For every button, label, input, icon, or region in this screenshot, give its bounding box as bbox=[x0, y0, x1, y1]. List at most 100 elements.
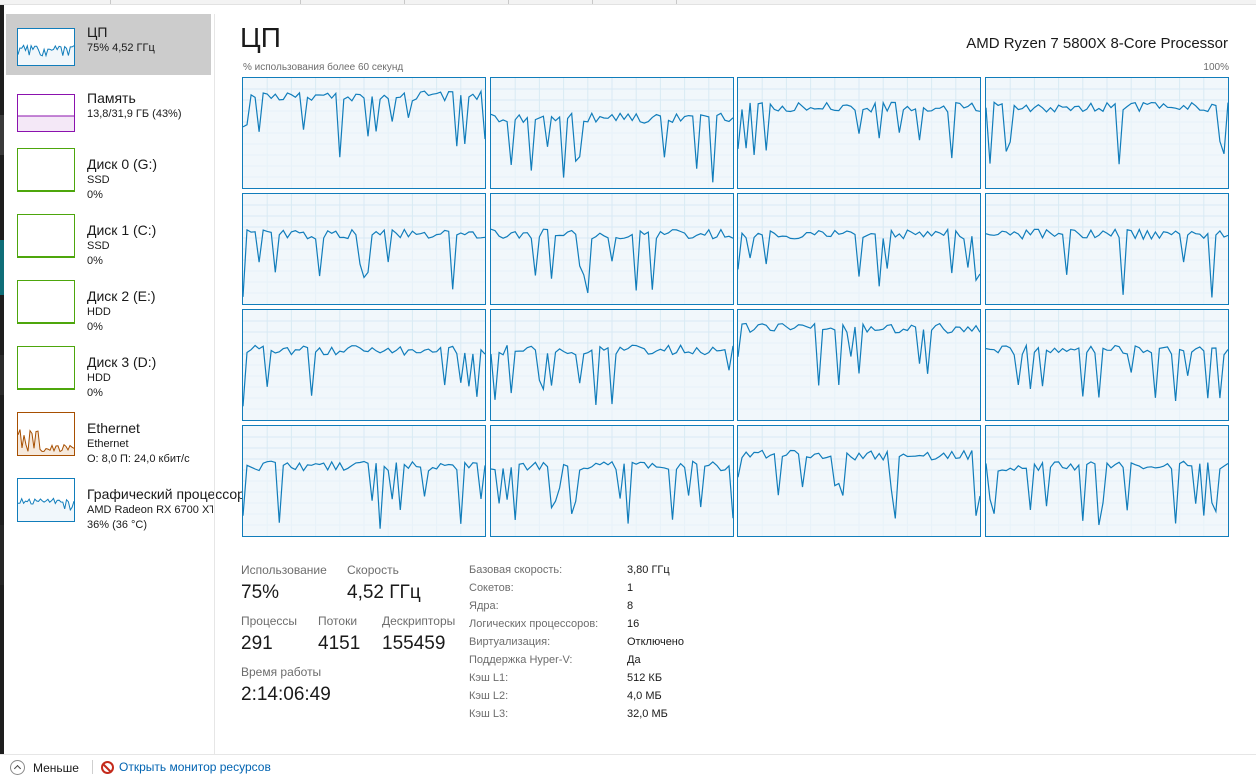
open-resource-monitor-label: Открыть монитор ресурсов bbox=[119, 760, 271, 774]
info-value-virtualization: Отключено bbox=[627, 636, 684, 648]
utilization-value: 75% bbox=[241, 582, 280, 603]
sidebar-item-disk-1[interactable]: Диск 1 (C:) SSD 0% bbox=[6, 212, 211, 278]
window-top-strip bbox=[0, 0, 1256, 5]
sidebar-item-adapter: Ethernet bbox=[87, 438, 129, 450]
logical-processor-graph-7 bbox=[984, 193, 1229, 305]
disk-graph-icon bbox=[17, 280, 75, 324]
sidebar-item-title: Графический процессор 0 bbox=[87, 486, 257, 502]
logical-processor-graph-5 bbox=[489, 193, 734, 305]
sidebar-item-throughput: О: 8,0 П: 24,0 кбит/с bbox=[87, 453, 190, 465]
info-value-base-speed: 3,80 ГГц bbox=[627, 564, 670, 576]
sidebar-item-disk-3[interactable]: Диск 3 (D:) HDD 0% bbox=[6, 344, 211, 410]
disk-graph-icon bbox=[17, 148, 75, 192]
logical-processor-graph-13 bbox=[489, 425, 734, 537]
handles-value: 155459 bbox=[382, 633, 446, 654]
info-value-hyper-v: Да bbox=[627, 654, 641, 666]
open-resource-monitor-link[interactable]: Открыть монитор ресурсов bbox=[101, 760, 271, 774]
sidebar-item-cpu[interactable]: ЦП 75% 4,52 ГГц bbox=[6, 14, 211, 75]
info-value-l3-cache: 32,0 МБ bbox=[627, 708, 668, 720]
logical-processor-graph-4 bbox=[242, 193, 486, 305]
footer-bar: Меньше Открыть монитор ресурсов bbox=[0, 754, 1256, 775]
info-label-cores: Ядра: bbox=[469, 600, 499, 612]
sidebar-item-type: SSD bbox=[87, 240, 110, 252]
sidebar-item-usage: 0% bbox=[87, 321, 103, 333]
sidebar-divider bbox=[214, 14, 215, 754]
sidebar-item-detail: 13,8/31,9 ГБ (43%) bbox=[87, 108, 182, 120]
sidebar-item-memory[interactable]: Память 13,8/31,9 ГБ (43%) bbox=[6, 80, 211, 146]
info-label-logical-processors: Логических процессоров: bbox=[469, 618, 599, 630]
info-value-cores: 8 bbox=[627, 600, 634, 612]
resource-sidebar: ЦП 75% 4,52 ГГц Память 13,8/31,9 ГБ (43%… bbox=[6, 14, 257, 542]
logical-processor-graph-8 bbox=[242, 309, 486, 421]
processes-value: 291 bbox=[241, 633, 273, 654]
info-label-virtualization: Виртуализация: bbox=[469, 636, 551, 648]
info-value-l1-cache: 512 КБ bbox=[627, 672, 663, 684]
fewer-details-label: Меньше bbox=[33, 760, 79, 775]
processes-label: Процессы bbox=[241, 614, 298, 628]
logical-processor-graph-6 bbox=[737, 193, 981, 305]
uptime-label: Время работы bbox=[241, 665, 322, 679]
utilization-label: Использование bbox=[241, 563, 327, 577]
sidebar-item-title: ЦП bbox=[87, 24, 108, 40]
page-title: ЦП bbox=[240, 22, 281, 53]
logical-processor-graph-11 bbox=[984, 309, 1229, 421]
sidebar-item-title: Диск 0 (G:) bbox=[87, 156, 158, 172]
fewer-details-button[interactable]: Меньше bbox=[10, 760, 79, 775]
logical-processor-graph-15 bbox=[984, 425, 1229, 537]
sidebar-item-usage: 36% (36 °C) bbox=[87, 519, 148, 531]
uptime-value: 2:14:06:49 bbox=[241, 684, 331, 705]
handles-label: Дескрипторы bbox=[382, 614, 456, 628]
sidebar-item-title: Диск 2 (E:) bbox=[87, 288, 156, 304]
sidebar-item-type: HDD bbox=[87, 306, 111, 318]
logical-processor-graph-2 bbox=[737, 77, 981, 189]
logical-processor-graph-14 bbox=[737, 425, 981, 537]
sidebar-item-title: Диск 3 (D:) bbox=[87, 354, 157, 370]
sidebar-item-title: Ethernet bbox=[87, 420, 140, 436]
graph-max-label: 100% bbox=[1203, 62, 1229, 73]
resource-monitor-icon bbox=[101, 760, 114, 774]
info-value-sockets: 1 bbox=[627, 582, 634, 594]
threads-value: 4151 bbox=[318, 633, 361, 654]
background-window-edge bbox=[0, 5, 4, 755]
info-label-hyper-v: Поддержка Hyper-V: bbox=[469, 654, 573, 666]
footer-separator bbox=[92, 760, 93, 774]
sidebar-item-detail: 75% 4,52 ГГц bbox=[87, 42, 155, 54]
graph-caption: % использования более 60 секунд bbox=[243, 62, 404, 73]
logical-processor-graph-10 bbox=[737, 309, 981, 421]
ethernet-graph-icon bbox=[17, 412, 75, 456]
info-value-l2-cache: 4,0 МБ bbox=[627, 690, 662, 702]
info-label-l1-cache: Кэш L1: bbox=[469, 672, 509, 684]
processor-name: AMD Ryzen 7 5800X 8-Core Processor bbox=[966, 35, 1228, 52]
info-value-logical-processors: 16 bbox=[627, 618, 640, 630]
sidebar-item-usage: 0% bbox=[87, 255, 103, 267]
sidebar-item-title: Диск 1 (C:) bbox=[87, 222, 157, 238]
sidebar-item-gpu[interactable]: Графический процессор 0 AMD Radeon RX 67… bbox=[6, 476, 257, 542]
logical-processor-graph-12 bbox=[242, 425, 486, 537]
logical-processor-graph-0 bbox=[242, 77, 486, 189]
info-label-l3-cache: Кэш L3: bbox=[469, 708, 509, 720]
speed-value: 4,52 ГГц bbox=[347, 582, 421, 603]
sidebar-item-title: Память bbox=[87, 90, 136, 106]
sidebar-item-model: AMD Radeon RX 6700 XT bbox=[87, 504, 213, 516]
sidebar-item-usage: 0% bbox=[87, 189, 103, 201]
logical-processor-graph-1 bbox=[489, 77, 734, 189]
sidebar-item-usage: 0% bbox=[87, 387, 103, 399]
chevron-up-icon bbox=[10, 760, 25, 775]
sidebar-item-disk-0[interactable]: Диск 0 (G:) SSD 0% bbox=[6, 146, 211, 212]
sidebar-item-ethernet[interactable]: Ethernet Ethernet О: 8,0 П: 24,0 кбит/с bbox=[6, 410, 211, 476]
disk-graph-icon bbox=[17, 214, 75, 258]
sidebar-item-disk-2[interactable]: Диск 2 (E:) HDD 0% bbox=[6, 278, 211, 344]
info-label-l2-cache: Кэш L2: bbox=[469, 690, 509, 702]
sidebar-item-type: SSD bbox=[87, 174, 110, 186]
speed-label: Скорость bbox=[347, 563, 399, 577]
cpu-graph-icon bbox=[17, 28, 75, 66]
memory-graph-icon bbox=[17, 94, 75, 132]
info-label-sockets: Сокетов: bbox=[469, 582, 514, 594]
logical-processor-graph-9 bbox=[489, 309, 734, 421]
sidebar-item-type: HDD bbox=[87, 372, 111, 384]
logical-processor-graph-3 bbox=[984, 77, 1229, 189]
threads-label: Потоки bbox=[318, 614, 358, 628]
gpu-graph-icon bbox=[17, 478, 75, 522]
disk-graph-icon bbox=[17, 346, 75, 390]
info-label-base-speed: Базовая скорость: bbox=[469, 564, 563, 576]
